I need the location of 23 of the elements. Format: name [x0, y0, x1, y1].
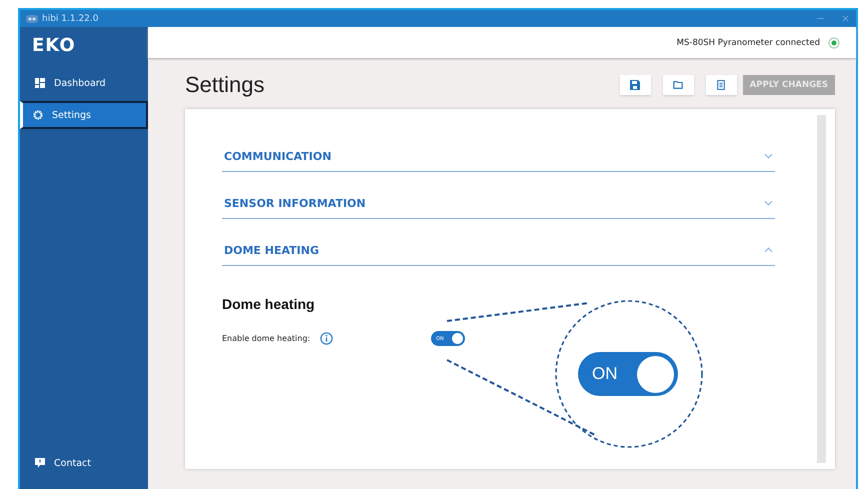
page-title: Settings	[185, 72, 264, 98]
chat-icon	[35, 458, 45, 468]
dashboard-icon	[35, 78, 45, 88]
document-icon	[716, 80, 726, 90]
folder-icon	[673, 80, 684, 90]
save-button[interactable]	[620, 75, 651, 95]
sidebar-item[interactable]: Settings	[20, 101, 148, 129]
logo: EKO	[31, 34, 77, 58]
document-button[interactable]	[706, 75, 737, 95]
settings-icon	[33, 110, 43, 120]
accordion-header[interactable]: SENSOR INFORMATION	[222, 188, 775, 219]
section-heading: Dome heating	[222, 296, 315, 312]
connection-status: MS-80SH Pyranometer connected	[676, 38, 820, 48]
window-title: hibi 1.1.22.0	[42, 14, 98, 24]
accordion-header[interactable]: COMMUNICATION	[222, 141, 775, 172]
scrollbar[interactable]	[817, 115, 826, 463]
field-label: Enable dome heating:	[222, 334, 310, 343]
contact-link[interactable]: Contact	[20, 449, 148, 477]
app-icon	[26, 14, 38, 22]
sidebar-item[interactable]: Dashboard	[20, 69, 148, 97]
folder-button[interactable]	[662, 75, 694, 95]
info-icon[interactable]	[320, 332, 334, 345]
accordion-header[interactable]: DOME HEATING	[222, 235, 775, 266]
